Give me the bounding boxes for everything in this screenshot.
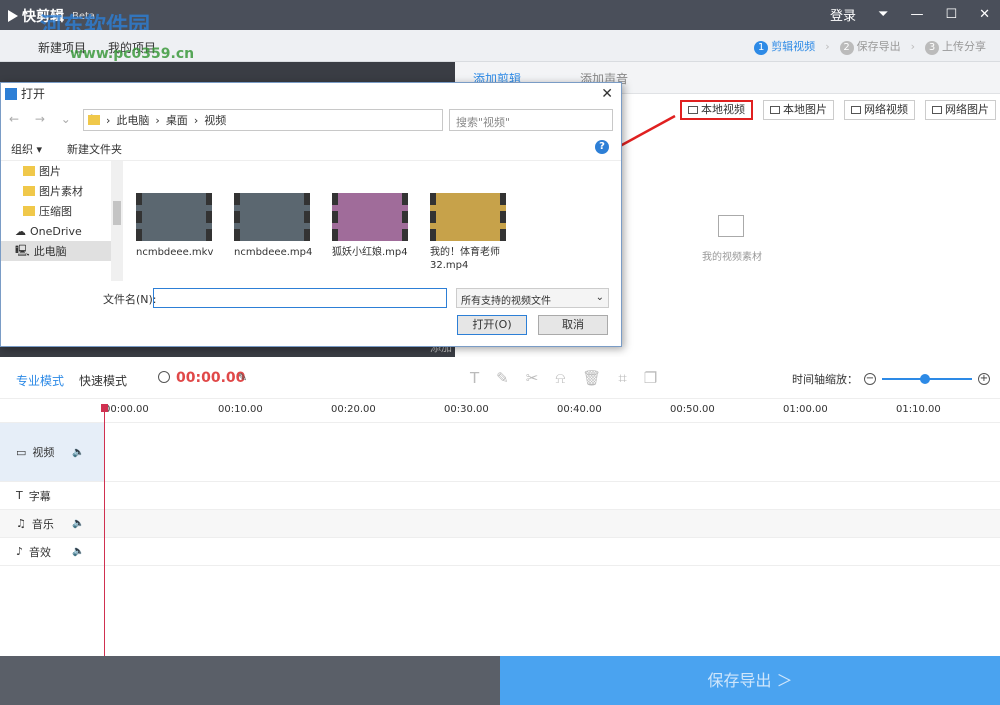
- editor-toolbar: 专业模式 快速模式 00:00.00 ✎ T ✎ ✂ ⍾ 🗑 ⌗ ❐ 时间轴缩放…: [0, 357, 1000, 399]
- sound-effect-icon: ♪: [16, 545, 24, 558]
- music-icon: ♫: [16, 517, 26, 530]
- playhead[interactable]: [104, 404, 105, 656]
- address-bar[interactable]: › 此电脑 › 桌面 › 视频: [83, 109, 443, 131]
- bell-icon[interactable]: ⍾: [555, 369, 565, 387]
- navigation-pane: 图片 图片素材 压缩图 ☁ OneDrive 🖳 此电脑: [1, 161, 123, 281]
- maximize-icon[interactable]: ☐: [945, 7, 957, 22]
- address-row: ← → ⌄ ↑ › 此电脑 › 桌面 › 视频 搜索"视频": [1, 105, 621, 135]
- export-button[interactable]: 保存导出 ＞: [500, 656, 1000, 705]
- video-icon: [851, 106, 861, 114]
- local-video-button[interactable]: 本地视频: [680, 100, 753, 120]
- film-icon: [718, 215, 744, 237]
- watermark-url: www.pc0359.cn: [70, 46, 195, 62]
- computer-icon: 🖳: [15, 243, 30, 257]
- video-thumbnail: [234, 193, 310, 241]
- dialog-icon: [5, 88, 17, 100]
- filename-input[interactable]: [153, 288, 447, 308]
- sfx-track[interactable]: ♪ 音效 🔈: [0, 538, 1000, 566]
- video-icon: ▭: [16, 445, 27, 459]
- step-edit: 1 剪辑视频: [754, 38, 815, 55]
- path-desktop[interactable]: 桌面: [166, 112, 188, 128]
- video-track[interactable]: ▭ 视频 🔈: [0, 423, 1000, 482]
- fast-mode-tab[interactable]: 快速模式: [79, 372, 127, 389]
- edit-tools: T ✎ ✂ ⍾ 🗑 ⌗ ❐: [470, 369, 657, 387]
- music-track[interactable]: ♫ 音乐 🔈: [0, 510, 1000, 538]
- nav-item-compressed[interactable]: 压缩图: [1, 201, 122, 221]
- close-icon[interactable]: ✕: [979, 7, 990, 22]
- pro-mode-tab[interactable]: 专业模式: [16, 372, 64, 389]
- open-button[interactable]: 打开(O): [457, 315, 527, 335]
- pen-icon[interactable]: ✎: [496, 369, 509, 387]
- filename-label: 文件名(N):: [103, 293, 157, 306]
- zoom-label: 时间轴缩放：: [792, 373, 858, 386]
- zoom-out-icon[interactable]: −: [864, 373, 876, 385]
- volume-icon: 🔈: [72, 446, 85, 458]
- nav-item-picture-assets[interactable]: 图片素材: [1, 181, 122, 201]
- timecode: 00:00.00: [176, 370, 246, 386]
- help-icon[interactable]: ?: [595, 140, 609, 154]
- nav-item-onedrive[interactable]: ☁ OneDrive: [1, 221, 122, 241]
- nav-item-pictures[interactable]: 图片: [1, 161, 122, 181]
- zoom-in-icon[interactable]: +: [978, 373, 990, 385]
- text-icon: T: [16, 489, 23, 502]
- filename-row: 文件名(N): 所有支持的视频文件 ⌄: [1, 285, 621, 309]
- organize-button[interactable]: 组织 ▾: [11, 141, 42, 157]
- scissors-icon[interactable]: ✂: [526, 369, 539, 387]
- file-item[interactable]: 狐妖小红娘.mp4: [332, 193, 416, 272]
- image-icon: [932, 106, 942, 114]
- video-thumbnail: [136, 193, 212, 241]
- command-bar: 组织 ▾ 新建文件夹 ?: [1, 135, 621, 161]
- step-indicator: 1 剪辑视频 › 2 保存导出 › 3 上传分享: [754, 38, 986, 55]
- image-icon: [770, 106, 780, 114]
- cloud-icon: ☁: [15, 224, 26, 238]
- minimize-icon[interactable]: —: [910, 7, 923, 22]
- new-folder-button[interactable]: 新建文件夹: [67, 141, 122, 157]
- file-list: ncmbdeee.mkv ncmbdeee.mp4 狐妖小红娘.mp4 我的！体…: [136, 193, 514, 272]
- copy-icon[interactable]: ❐: [644, 369, 657, 387]
- path-videos[interactable]: 视频: [204, 112, 226, 128]
- video-icon: [688, 106, 698, 114]
- trash-icon[interactable]: 🗑: [582, 369, 601, 387]
- local-image-button[interactable]: 本地图片: [763, 100, 834, 120]
- file-item[interactable]: ncmbdeee.mp4: [234, 193, 318, 272]
- dialog-close-icon[interactable]: ✕: [601, 83, 613, 105]
- playhead-handle[interactable]: [101, 404, 108, 412]
- bottom-bar: [0, 656, 500, 705]
- step-share: 3 上传分享: [925, 38, 986, 55]
- video-thumbnail: [430, 193, 506, 241]
- web-image-button[interactable]: 网络图片: [925, 100, 996, 120]
- clock-icon: [158, 371, 170, 383]
- zoom-slider[interactable]: [882, 374, 972, 384]
- dialog-title: 打开: [21, 87, 46, 101]
- text-icon[interactable]: T: [470, 369, 479, 387]
- step-export: 2 保存导出: [839, 38, 901, 55]
- menu-icon[interactable]: ⏷: [878, 7, 888, 22]
- timeline-zoom: 时间轴缩放： − +: [792, 371, 990, 387]
- nav-item-this-pc[interactable]: 🖳 此电脑: [1, 241, 122, 261]
- file-item[interactable]: ncmbdeee.mkv: [136, 193, 220, 272]
- open-file-dialog: 打开 ✕ ← → ⌄ ↑ › 此电脑 › 桌面 › 视频 搜索"视频" 组织 ▾ 新建…: [0, 82, 622, 347]
- path-pc[interactable]: 此电脑: [116, 112, 149, 128]
- web-video-button[interactable]: 网络视频: [844, 100, 915, 120]
- file-item[interactable]: 我的！体育老师32.mp4: [430, 193, 514, 272]
- folder-icon: [88, 115, 100, 125]
- edit-icon[interactable]: ✎: [238, 371, 247, 384]
- video-thumbnail: [332, 193, 408, 241]
- material-buttons: 本地视频 本地图片 网络视频 网络图片: [680, 100, 996, 120]
- subtitle-track[interactable]: T 字幕: [0, 482, 1000, 510]
- timeline-tracks: ▭ 视频 🔈 T 字幕 ♫ 音乐 🔈 ♪ 音效 🔈: [0, 423, 1000, 656]
- play-icon: [8, 10, 18, 22]
- cancel-button[interactable]: 取消: [538, 315, 608, 335]
- nav-scrollbar[interactable]: [111, 161, 123, 281]
- volume-icon: 🔈: [72, 518, 85, 529]
- dialog-title-bar: 打开 ✕: [1, 83, 621, 105]
- login-button[interactable]: 登录: [830, 5, 856, 24]
- crop-icon[interactable]: ⌗: [618, 369, 626, 387]
- timeline-ruler: 00:00.00 00:10.00 00:20.00 00:30.00 00:4…: [0, 399, 1000, 423]
- filetype-select[interactable]: 所有支持的视频文件 ⌄: [456, 288, 609, 308]
- volume-icon: 🔈: [72, 546, 85, 557]
- empty-material-text: 我的视频素材: [702, 252, 762, 263]
- search-input[interactable]: 搜索"视频": [449, 109, 613, 131]
